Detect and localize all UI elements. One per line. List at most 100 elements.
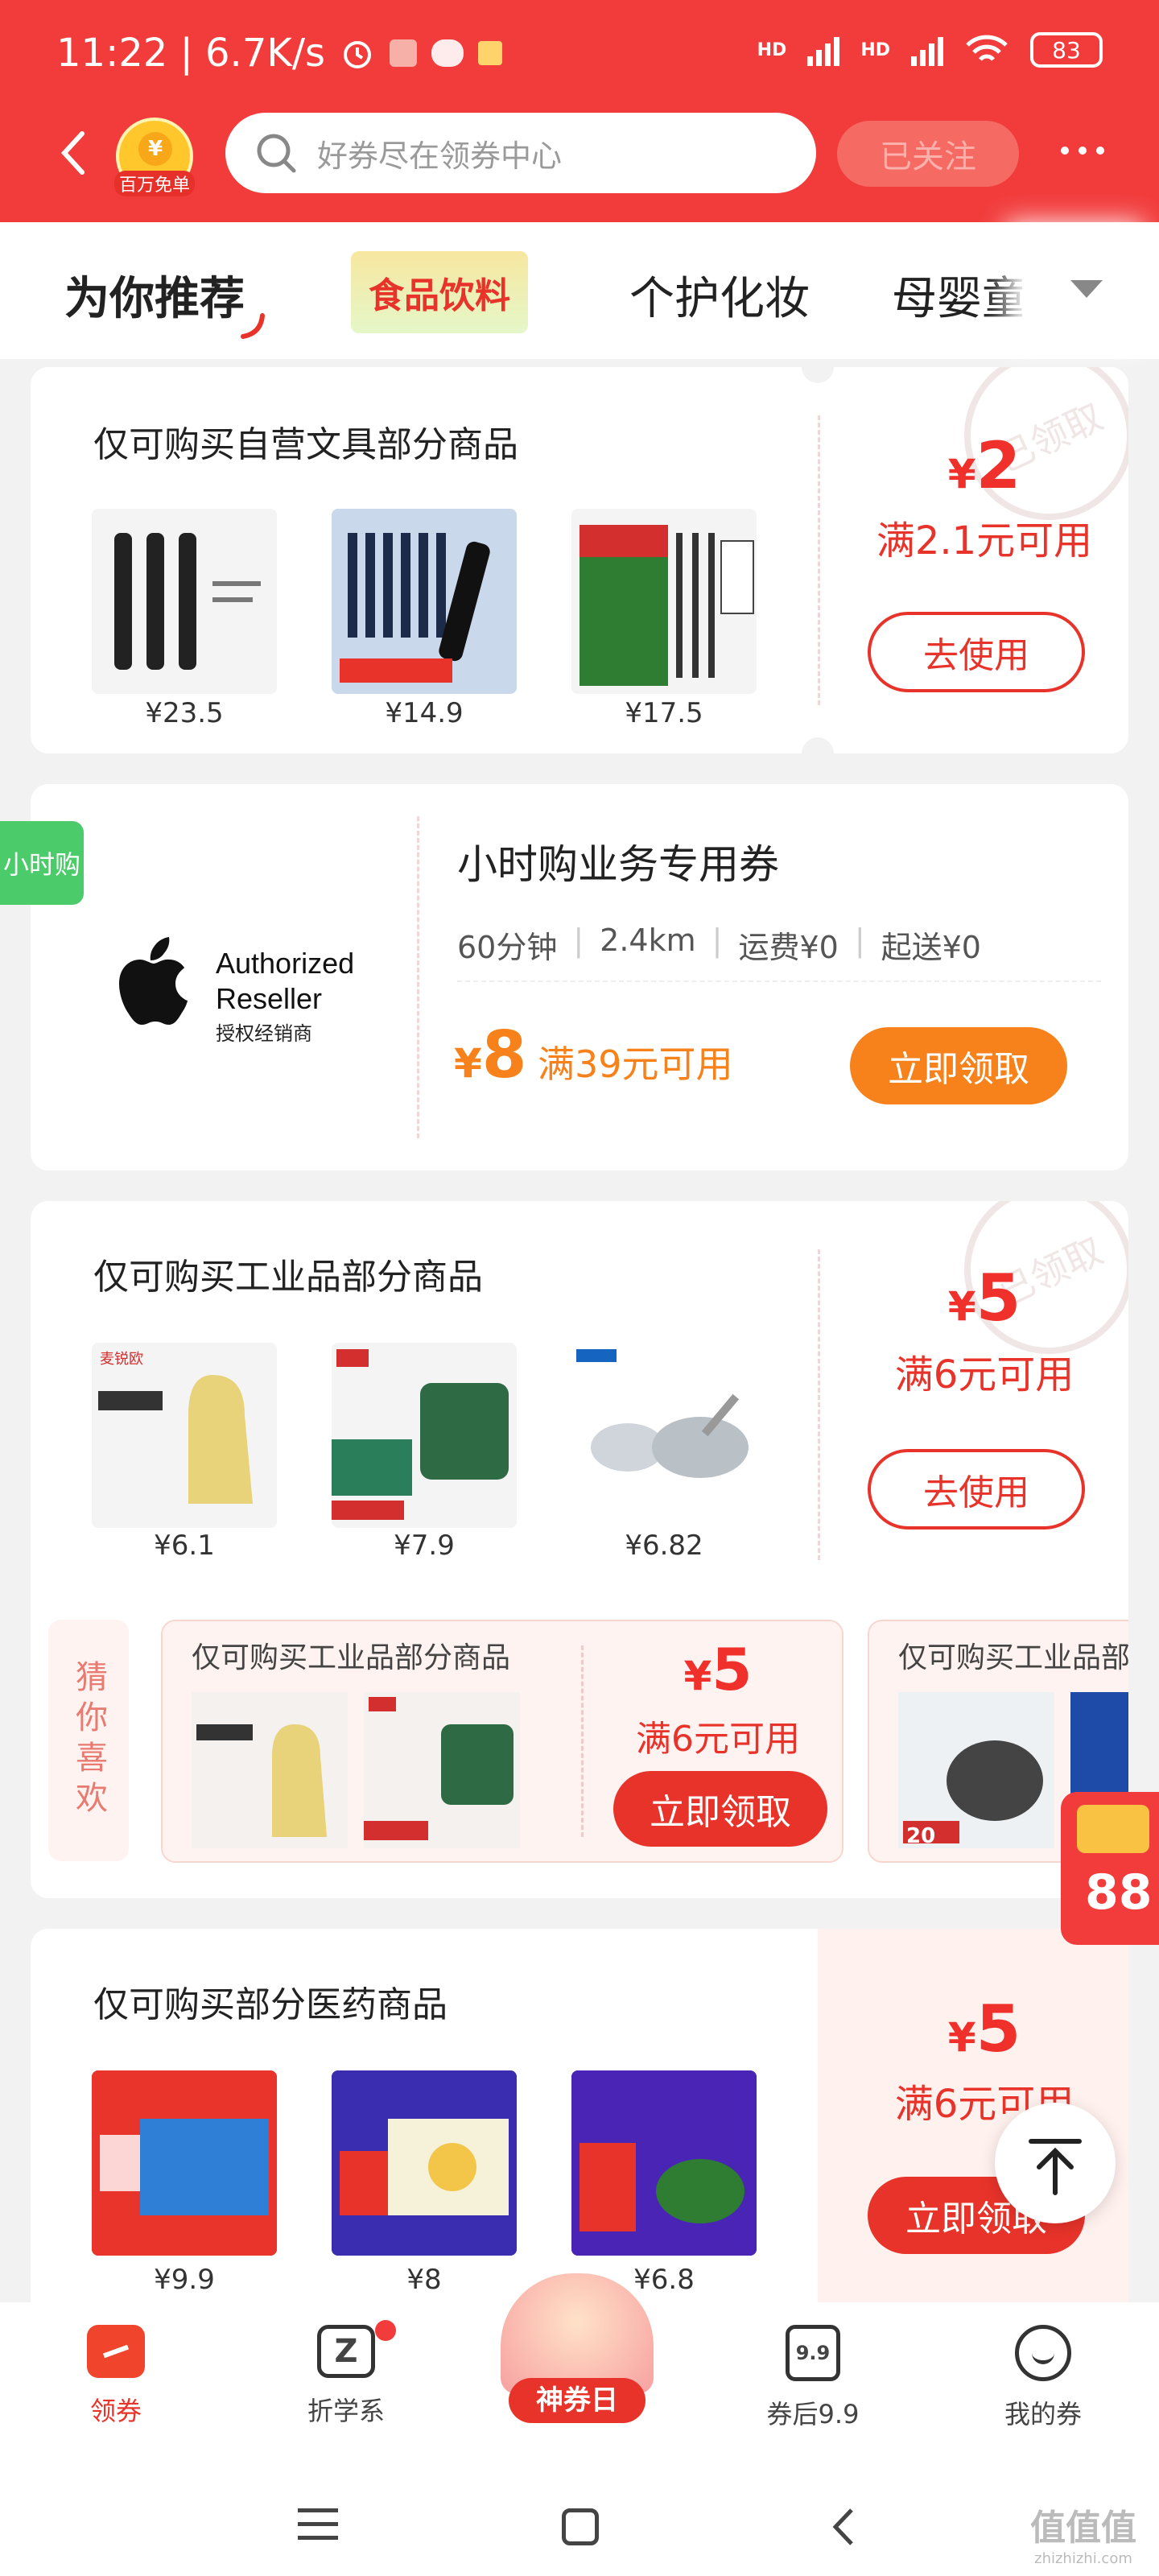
message-icon bbox=[478, 41, 503, 65]
amount-value: 5 bbox=[711, 1636, 753, 1703]
tab-mother-baby[interactable]: 母婴童 bbox=[892, 262, 1027, 328]
packet-number: 88 bbox=[1085, 1864, 1153, 1921]
signal-icon-2 bbox=[911, 34, 943, 66]
search-input[interactable]: 好券尽在领券中心 bbox=[225, 113, 816, 193]
tab-food-drinks[interactable]: 食品饮料 bbox=[351, 251, 528, 333]
guess-coupon-amount: ¥5 bbox=[597, 1636, 839, 1703]
product-price: ¥7.9 bbox=[394, 1530, 455, 1562]
coupon-amount: ¥2 bbox=[835, 428, 1128, 503]
hd-label-2: HD bbox=[860, 39, 890, 60]
brand-line2: Reseller bbox=[216, 982, 323, 1015]
use-coupon-button[interactable]: 去使用 bbox=[868, 612, 1085, 692]
more-icon[interactable] bbox=[1061, 147, 1104, 155]
back-icon[interactable] bbox=[56, 129, 89, 177]
scroll-top-button[interactable] bbox=[995, 2103, 1116, 2223]
product-image bbox=[192, 1692, 348, 1848]
tab-after-coupon[interactable]: 9.9 券后9.9 bbox=[757, 2325, 869, 2431]
coupon-title: 仅可购买工业品部分商品 bbox=[93, 1257, 483, 1298]
amount-value: 5 bbox=[975, 1261, 1021, 1335]
product-image bbox=[364, 1692, 520, 1848]
product-price: ¥6.1 bbox=[154, 1530, 215, 1562]
tab-coupons[interactable]: 领券 bbox=[68, 2325, 164, 2428]
ticket-icon: 9.9 bbox=[786, 2325, 840, 2381]
tab-personal-care[interactable]: 个护化妆 bbox=[629, 262, 810, 328]
status-right: HD HD 83 bbox=[757, 32, 1103, 68]
battery-level: 83 bbox=[1052, 36, 1081, 64]
meta-min-order: 起送¥0 bbox=[881, 930, 981, 965]
brand-logo: Authorized Reseller 授权经销商 bbox=[111, 937, 433, 1045]
home-icon[interactable] bbox=[562, 2508, 599, 2545]
red-dot bbox=[375, 2320, 396, 2341]
status-bar: 11:22 | 6.7K/s bbox=[56, 31, 503, 76]
coupon-divider bbox=[818, 1249, 820, 1560]
mascot-icon bbox=[501, 2273, 654, 2394]
meta-shipping: 运费¥0 bbox=[738, 930, 839, 965]
wifi-icon bbox=[966, 35, 1008, 61]
coupon-title: 仅可购买部分医药商品 bbox=[93, 1984, 448, 2025]
product-image[interactable] bbox=[571, 509, 757, 694]
signal-icon bbox=[807, 34, 840, 66]
z-icon: Z bbox=[317, 2325, 375, 2378]
arrow-up-icon bbox=[1029, 2139, 1082, 2195]
follow-button[interactable]: 已关注 bbox=[837, 121, 1019, 187]
coupon-icon bbox=[87, 2325, 145, 2378]
product-image[interactable] bbox=[332, 1343, 517, 1528]
product-image[interactable] bbox=[92, 2070, 277, 2256]
yen-coin-icon: ¥ bbox=[138, 132, 172, 166]
coupon-title: 仅可购买自营文具部分商品 bbox=[93, 424, 518, 465]
guess-coupon-card[interactable]: 仅可购买工业品部分商品 ¥5 满6元可用 立即领取 bbox=[161, 1620, 843, 1863]
coupon-amount: ¥5 bbox=[835, 1992, 1128, 2066]
coupon-condition: 满6元可用 bbox=[894, 1352, 1074, 1397]
use-coupon-button[interactable]: 去使用 bbox=[868, 1449, 1085, 1530]
tab-my-coupons[interactable]: 我的券 bbox=[995, 2325, 1091, 2431]
battery-icon: 83 bbox=[1030, 32, 1103, 68]
coupon-divider bbox=[818, 415, 820, 705]
product-price: ¥23.5 bbox=[145, 697, 224, 729]
coupon-meta: 60分钟 | 2.4km | 运费¥0 | 起送¥0 bbox=[457, 923, 981, 965]
product-image[interactable] bbox=[332, 509, 517, 694]
tab-label: 神券日 bbox=[509, 2378, 645, 2423]
product-image[interactable]: 麦锐欧 bbox=[92, 1343, 277, 1528]
taobao-icon bbox=[390, 39, 418, 67]
category-tabs: 为你推荐 食品饮料 个护化妆 母婴童 bbox=[0, 222, 1159, 359]
currency-symbol: ¥ bbox=[947, 1283, 976, 1330]
amount-value: 8 bbox=[481, 1018, 527, 1092]
menu-icon[interactable] bbox=[298, 2508, 338, 2540]
watermark-url: zhizhizhi.com bbox=[1034, 2550, 1132, 2567]
alarm-icon bbox=[344, 41, 372, 68]
svg-text:麦锐欧: 麦锐欧 bbox=[100, 1351, 143, 1368]
tab-recommend[interactable]: 为你推荐 bbox=[64, 262, 245, 328]
coupon-title: 小时购业务专用券 bbox=[457, 841, 779, 888]
coupon-condition: 满39元可用 bbox=[538, 1042, 733, 1086]
guess-claim-button[interactable]: 立即领取 bbox=[613, 1771, 827, 1847]
product-image[interactable] bbox=[571, 1343, 757, 1528]
meta-distance: 2.4km bbox=[600, 923, 696, 958]
product-price: ¥6.82 bbox=[625, 1530, 703, 1562]
product-image[interactable] bbox=[571, 2070, 757, 2256]
floating-red-packet[interactable]: 88 bbox=[1061, 1792, 1159, 1945]
coupon-card-industrial: 仅可购买工业品部分商品 麦锐欧 ¥6.1 ¥7.9 ¥6.82 已领取 ¥5 满… bbox=[31, 1201, 1128, 1898]
coupon-notch bbox=[802, 367, 834, 383]
guess-divider bbox=[581, 1645, 584, 1837]
smile-icon bbox=[1015, 2325, 1071, 2381]
tab-expand-button[interactable] bbox=[1022, 222, 1159, 351]
meta-time: 60分钟 bbox=[457, 930, 558, 965]
hourly-tag: 小时购 bbox=[0, 821, 84, 905]
tab-discount[interactable]: Z 折学系 bbox=[298, 2320, 396, 2428]
coupon-notch bbox=[802, 737, 834, 753]
product-image[interactable] bbox=[332, 2070, 517, 2256]
product-tag: 20 bbox=[906, 1824, 936, 1848]
brand-cn: 授权经销商 bbox=[216, 1022, 312, 1045]
tab-label: 领券 bbox=[89, 2396, 142, 2426]
tab-super-coupon-day[interactable]: 神券日 bbox=[493, 2273, 662, 2423]
watermark: 值值值 zhizhizhi.com bbox=[1030, 2499, 1136, 2567]
currency-symbol: ¥ bbox=[947, 2014, 976, 2061]
claim-button[interactable]: 立即领取 bbox=[850, 1027, 1067, 1104]
product-price: ¥17.5 bbox=[625, 697, 703, 729]
brand-line1: Authorized bbox=[216, 947, 355, 980]
product-image[interactable] bbox=[92, 509, 277, 694]
coupon-amount: ¥5 bbox=[835, 1261, 1128, 1335]
currency-symbol: ¥ bbox=[683, 1653, 712, 1699]
chevron-down-icon bbox=[1070, 280, 1103, 298]
back-nav-icon[interactable] bbox=[829, 2507, 856, 2547]
